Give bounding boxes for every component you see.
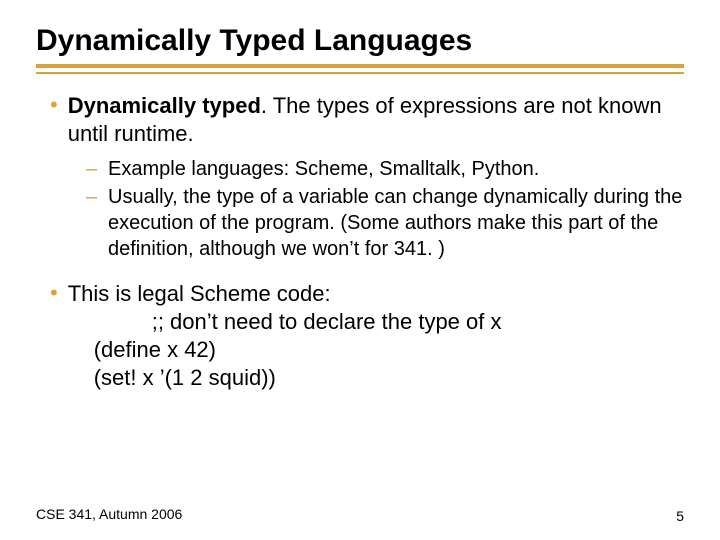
bullet-item: • Dynamically typed. The types of expres… (50, 92, 684, 148)
sub-text-2: Usually, the type of a variable can chan… (108, 184, 684, 262)
rule-thin (36, 72, 684, 74)
content-area: • Dynamically typed. The types of expres… (36, 92, 684, 392)
dash-icon: – (86, 156, 100, 182)
slide-number: 5 (676, 508, 684, 524)
bullet-text-2: This is legal Scheme code: ;; don’t need… (68, 280, 502, 392)
slide: Dynamically Typed Languages • Dynamicall… (0, 0, 720, 540)
code-line-3: (set! x ’(1 2 squid)) (94, 364, 502, 392)
dash-icon: – (86, 184, 100, 210)
sub-bullet-item: – Usually, the type of a variable can ch… (86, 184, 684, 262)
code-block: ;; don’t need to declare the type of x (… (94, 308, 502, 392)
bullet-text-1: Dynamically typed. The types of expressi… (68, 92, 684, 148)
code-line-1: ;; don’t need to declare the type of x (152, 308, 502, 336)
bullet-1-bold: Dynamically typed (68, 93, 261, 118)
sub-bullet-list: – Example languages: Scheme, Smalltalk, … (86, 156, 684, 262)
bullet-2-text: This is legal Scheme code: (68, 281, 331, 306)
bullet-icon: • (50, 92, 58, 118)
bullet-icon: • (50, 280, 58, 306)
title-underline (36, 64, 684, 74)
rule-thick (36, 64, 684, 68)
sub-text-1: Example languages: Scheme, Smalltalk, Py… (108, 156, 539, 182)
footer-course: CSE 341, Autumn 2006 (36, 506, 182, 522)
slide-title: Dynamically Typed Languages (36, 24, 684, 58)
sub-bullet-item: – Example languages: Scheme, Smalltalk, … (86, 156, 684, 182)
code-line-2: (define x 42) (94, 336, 502, 364)
bullet-item: • This is legal Scheme code: ;; don’t ne… (50, 280, 684, 392)
